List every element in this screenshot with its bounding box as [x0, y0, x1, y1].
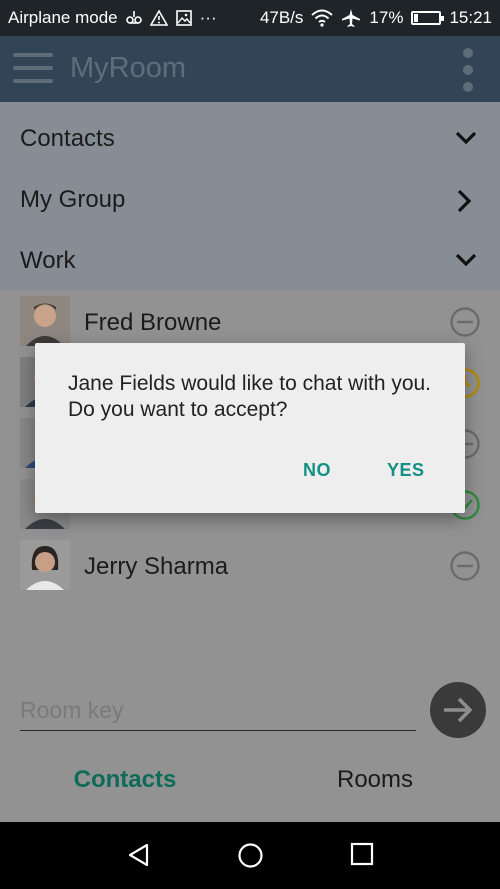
decline-button[interactable]: NO	[303, 460, 331, 481]
status-offline-icon	[450, 307, 480, 337]
chat-request-dialog: Jane Fields would like to chat with you.…	[35, 343, 465, 513]
airplane-mode-label: Airplane mode	[8, 8, 118, 27]
hamburger-icon[interactable]	[13, 53, 53, 85]
contact-row[interactable]: Fred Browne	[0, 290, 500, 351]
back-icon[interactable]	[126, 842, 152, 868]
group-my-group[interactable]: My Group	[0, 169, 500, 230]
chevron-right-icon	[457, 189, 472, 213]
status-bar: Airplane mode ··· 47B/s 17% 15:21	[0, 0, 500, 36]
group-label: Work	[20, 247, 76, 274]
contact-name: Fred Browne	[84, 309, 222, 336]
home-icon[interactable]	[237, 842, 264, 869]
contact-row[interactable]: Jerry Sharma	[0, 534, 500, 595]
join-room-button[interactable]	[430, 682, 486, 738]
group-list: Contacts My Group Work	[0, 102, 500, 290]
clock: 15:21	[449, 8, 492, 27]
more-notifications-icon: ···	[199, 8, 217, 27]
more-vertical-icon[interactable]	[462, 48, 474, 92]
avatar	[20, 540, 70, 590]
network-speed: 47B/s	[259, 8, 304, 27]
accept-button[interactable]: YES	[387, 460, 425, 481]
bottom-tabs: Contacts Rooms	[0, 748, 500, 822]
wifi-icon	[311, 9, 334, 27]
airplane-icon	[342, 9, 361, 27]
group-label: Contacts	[20, 125, 115, 152]
dialog-message: Jane Fields would like to chat with you.…	[68, 372, 432, 421]
chevron-down-icon	[455, 253, 477, 267]
voicemail-icon	[125, 11, 142, 24]
room-key-area	[0, 682, 500, 748]
room-key-input[interactable]	[20, 690, 416, 731]
arrow-right-icon	[444, 697, 473, 723]
recents-icon[interactable]	[350, 842, 374, 866]
group-contacts[interactable]: Contacts	[0, 108, 500, 169]
app-bar: MyRoom	[0, 36, 500, 102]
avatar	[20, 296, 70, 346]
tab-contacts[interactable]: Contacts	[0, 766, 250, 794]
group-label: My Group	[20, 186, 126, 213]
chevron-down-icon	[455, 131, 477, 145]
warning-icon	[149, 10, 168, 26]
image-icon	[175, 10, 192, 26]
group-work[interactable]: Work	[0, 230, 500, 291]
status-offline-icon	[450, 551, 480, 581]
tab-rooms[interactable]: Rooms	[250, 766, 500, 794]
battery-icon	[411, 11, 445, 25]
app-title: MyRoom	[70, 52, 187, 84]
battery-percent: 17%	[369, 8, 404, 27]
system-nav-bar	[0, 822, 500, 889]
contact-name: Jerry Sharma	[84, 553, 229, 580]
